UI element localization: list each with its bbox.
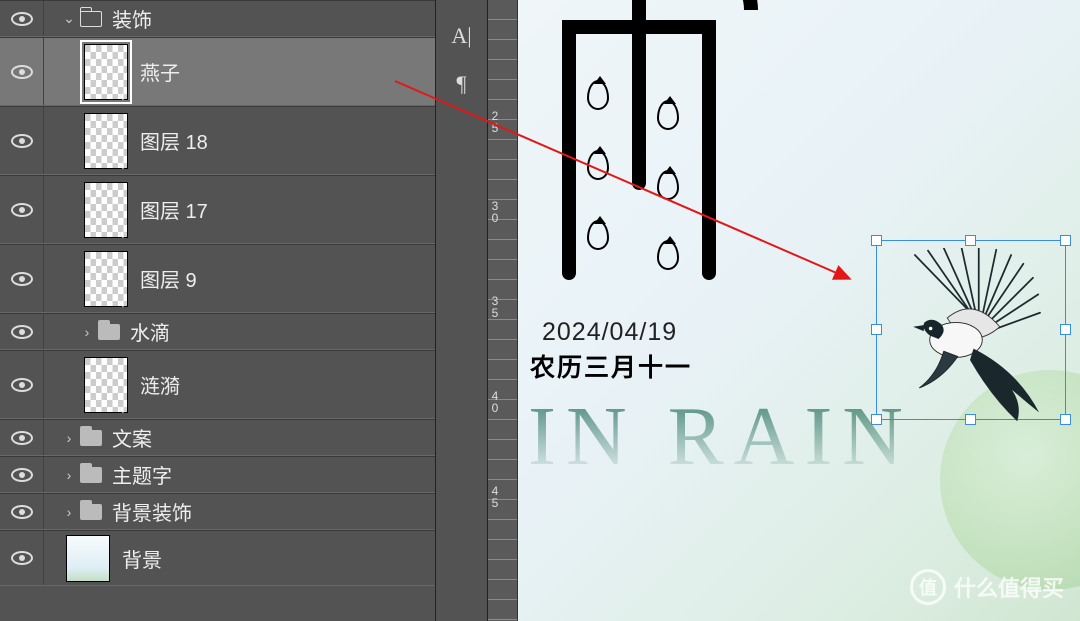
layer-thumbnail[interactable]: ◇ (84, 182, 128, 238)
folder-icon (80, 504, 102, 520)
eye-icon (11, 272, 33, 286)
layer-thumbnail[interactable]: ◇ (84, 251, 128, 307)
visibility-toggle[interactable] (0, 420, 44, 455)
folder-icon (80, 430, 102, 446)
eye-icon (11, 431, 33, 445)
title-english: IN RAIN (528, 388, 913, 485)
transform-handle[interactable] (1060, 324, 1071, 335)
layer-name: 燕子 (140, 57, 435, 86)
layer-group-copywriting[interactable]: › 文案 (0, 419, 435, 456)
folder-icon (98, 324, 120, 340)
layer-name: 水滴 (130, 317, 435, 346)
eye-icon (11, 65, 33, 79)
ruler-tick: 35 (490, 295, 500, 319)
layer-name: 图层 9 (140, 264, 435, 293)
paragraph-tool-icon[interactable]: ¶ (442, 64, 482, 104)
layers-panel[interactable]: ⌄ 装饰 ◇ 燕子 ◇ 图层 18 ◇ 图层 17 ◇ 图层 9 (0, 0, 436, 621)
chevron-right-icon[interactable]: › (62, 467, 76, 483)
layer-swallow[interactable]: ◇ 燕子 (0, 37, 435, 106)
eye-icon (11, 505, 33, 519)
watermark-icon: 值 (910, 569, 946, 605)
layer-name: 装饰 (112, 4, 435, 33)
layer-thumbnail[interactable]: ◇ (84, 357, 128, 413)
visibility-toggle[interactable] (0, 107, 44, 174)
layer-thumbnail[interactable] (66, 535, 110, 582)
layer-name: 图层 18 (140, 126, 435, 155)
visibility-toggle[interactable] (0, 531, 44, 585)
layer-18[interactable]: ◇ 图层 18 (0, 106, 435, 175)
chevron-right-icon[interactable]: › (80, 324, 94, 340)
visibility-toggle[interactable] (0, 245, 44, 312)
visibility-toggle[interactable] (0, 176, 44, 243)
folder-icon (80, 467, 102, 483)
vertical-ruler[interactable]: 25 30 35 40 45 (488, 0, 518, 621)
visibility-toggle[interactable] (0, 314, 44, 349)
canvas[interactable]: 2024/04/19 农历三月十一 IN RAIN (518, 0, 1080, 621)
eye-icon (11, 378, 33, 392)
watermark: 值 什么值得买 (910, 569, 1064, 605)
chevron-right-icon[interactable]: › (62, 430, 76, 446)
layer-name: 图层 17 (140, 195, 435, 224)
chevron-down-icon[interactable]: ⌄ (62, 10, 76, 27)
visibility-toggle[interactable] (0, 457, 44, 492)
eye-icon (11, 203, 33, 217)
ruler-tick: 45 (490, 485, 500, 509)
layer-thumbnail[interactable]: ◇ (84, 113, 128, 169)
date-text: 2024/04/19 (542, 318, 677, 347)
layer-name: 背景装饰 (112, 497, 435, 526)
transform-handle[interactable] (965, 235, 976, 246)
type-tool-icon[interactable]: A| (442, 16, 482, 56)
layer-17[interactable]: ◇ 图层 17 (0, 175, 435, 244)
visibility-toggle[interactable] (0, 1, 44, 36)
layer-group-waterdrop[interactable]: › 水滴 (0, 313, 435, 350)
layer-background[interactable]: 背景 (0, 530, 435, 586)
eye-icon (11, 12, 33, 26)
layer-group-theme-text[interactable]: › 主题字 (0, 456, 435, 493)
eye-icon (11, 551, 33, 565)
visibility-toggle[interactable] (0, 38, 44, 105)
layer-9[interactable]: ◇ 图层 9 (0, 244, 435, 313)
transform-handle[interactable] (1060, 414, 1071, 425)
eye-icon (11, 325, 33, 339)
layer-name: 主题字 (112, 460, 435, 489)
visibility-toggle[interactable] (0, 494, 44, 529)
lunar-date-text: 农历三月十一 (530, 348, 692, 384)
layer-name: 文案 (112, 423, 435, 452)
eye-icon (11, 134, 33, 148)
transform-handle[interactable] (1060, 235, 1071, 246)
ruler-tick: 40 (490, 390, 500, 414)
swallow-bird[interactable] (886, 248, 1061, 423)
layer-name: 背景 (122, 544, 435, 573)
eye-icon (11, 468, 33, 482)
transform-handle[interactable] (871, 235, 882, 246)
layer-ripple[interactable]: ◇ 涟漪 (0, 350, 435, 419)
transform-handle[interactable] (871, 324, 882, 335)
folder-icon (80, 11, 102, 27)
transform-handle[interactable] (871, 414, 882, 425)
visibility-toggle[interactable] (0, 351, 44, 418)
watermark-text: 什么值得买 (954, 571, 1064, 603)
layer-name: 涟漪 (140, 370, 435, 399)
layer-group-bg-deco[interactable]: › 背景装饰 (0, 493, 435, 530)
tool-strip: A| ¶ (436, 0, 488, 621)
layer-group-decoration[interactable]: ⌄ 装饰 (0, 0, 435, 37)
rain-glyph (532, 0, 752, 290)
ruler-tick: 30 (490, 200, 500, 224)
chevron-right-icon[interactable]: › (62, 504, 76, 520)
layer-thumbnail[interactable]: ◇ (84, 44, 128, 100)
